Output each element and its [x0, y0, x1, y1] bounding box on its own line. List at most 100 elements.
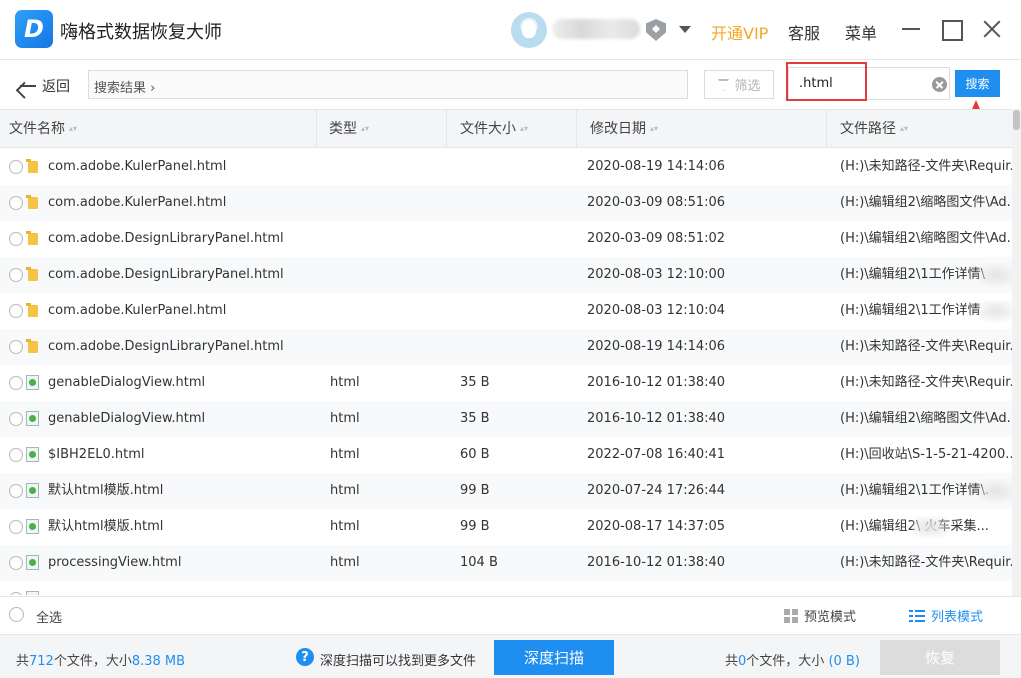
table-row[interactable]: genableDialogView.html html 35 B 2016-10… — [0, 401, 1012, 437]
back-label: 返回 — [42, 79, 70, 95]
vertical-scrollbar[interactable] — [1012, 109, 1021, 596]
cell-size — [460, 293, 570, 329]
cell-type — [330, 185, 440, 221]
cell-size: 104 B — [460, 555, 498, 570]
row-select-radio[interactable] — [9, 520, 23, 534]
table-row[interactable]: $IBH2EL0.html html 60 B 2022-07-08 16:40… — [0, 437, 1012, 473]
preview-mode-button[interactable]: 预览模式 — [784, 606, 856, 625]
cell-date: 2016-10-12 01:38:40 — [587, 555, 726, 570]
cell-type: html — [330, 447, 360, 462]
cell-size: 99 B — [460, 519, 490, 534]
table-row[interactable]: com.adobe.KulerPanel.html 2020-03-09 08:… — [0, 185, 1012, 221]
cell-type — [330, 329, 440, 365]
cell-type: html — [330, 519, 360, 534]
row-select-radio[interactable] — [9, 376, 23, 390]
cell-size — [460, 257, 570, 293]
table-row[interactable]: 默认html模版.html html 99 B 2020-07-24 17:26… — [0, 473, 1012, 509]
back-button[interactable]: 返回 — [18, 75, 70, 97]
cell-name: com.adobe.DesignLibraryPanel.html — [48, 267, 284, 282]
preview-mode-label: 预览模式 — [804, 610, 857, 625]
maximize-icon[interactable] — [936, 14, 966, 44]
row-select-radio[interactable] — [9, 160, 23, 174]
cell-size — [460, 329, 570, 365]
select-all-radio[interactable] — [9, 607, 24, 622]
row-select-radio[interactable] — [9, 232, 23, 246]
row-select-radio[interactable] — [9, 484, 23, 498]
minimize-icon[interactable] — [896, 14, 926, 44]
cell-date: 2020-08-03 12:10:00 — [587, 267, 726, 282]
close-icon[interactable] — [977, 14, 1007, 44]
row-select-radio[interactable] — [9, 556, 23, 570]
app-title: 嗨格式数据恢复大师 — [60, 22, 222, 43]
html-file-icon — [26, 519, 39, 534]
list-mode-button[interactable]: 列表模式 — [909, 606, 983, 625]
column-header-name[interactable]: 文件名称 ▴▾ — [0, 110, 317, 148]
help-icon: ? — [296, 648, 314, 666]
cell-date: 2020-08-19 14:14:06 — [587, 159, 726, 174]
cell-type: html — [330, 375, 360, 390]
sort-icon: ▴▾ — [900, 124, 909, 133]
column-header-date[interactable]: 修改日期 ▴▾ — [577, 110, 827, 148]
account-dropdown-icon[interactable] — [679, 26, 691, 33]
row-select-radio[interactable] — [9, 268, 23, 282]
row-select-radio[interactable] — [9, 340, 23, 354]
list-mode-label: 列表模式 — [931, 610, 984, 625]
redacted-blur — [912, 517, 948, 537]
table-row[interactable]: 默认html模版.html html 99 B 2020-08-17 14:37… — [0, 509, 1012, 545]
recover-button[interactable]: 恢复 — [880, 640, 1000, 675]
table-row[interactable]: genableDialogView.html html 35 B 2016-10… — [0, 365, 1012, 401]
user-avatar[interactable] — [511, 12, 547, 48]
cell-type — [330, 149, 440, 185]
html-file-icon — [26, 555, 39, 570]
row-select-radio[interactable] — [9, 196, 23, 210]
selected-files-summary: 共0个文件，大小 (0 B) — [725, 654, 860, 669]
column-header-type[interactable]: 类型 ▴▾ — [317, 110, 447, 148]
cell-path: (H:)\未知路径-文件夹\Requir... — [840, 375, 1012, 390]
redacted-blur — [978, 481, 1012, 501]
filter-label: 筛选 — [734, 79, 761, 94]
cell-type — [330, 293, 440, 329]
html-file-icon — [26, 375, 39, 390]
filter-icon — [717, 78, 730, 91]
customer-service-link[interactable]: 客服 — [788, 20, 820, 44]
scrollbar-thumb[interactable] — [1013, 110, 1020, 130]
cell-date: 2020-03-09 08:51:06 — [587, 195, 726, 210]
filter-button[interactable]: 筛选 — [704, 70, 774, 99]
vip-shield-icon — [646, 19, 666, 41]
search-input[interactable] — [789, 68, 929, 99]
menu-link[interactable]: 菜单 — [845, 20, 877, 44]
row-select-radio[interactable] — [9, 412, 23, 426]
folder-file-icon — [26, 303, 38, 317]
row-select-radio[interactable] — [9, 448, 23, 462]
select-all-label[interactable]: 全选 — [36, 607, 62, 626]
cell-path: (H:)\回收站\S-1-5-21-4200... — [840, 447, 1012, 462]
row-select-radio[interactable] — [9, 592, 23, 595]
table-row[interactable]: com.adobe.DesignLibraryPanel.html 2020-0… — [0, 257, 1012, 293]
table-row[interactable]: com.adobe.DesignLibraryPanel.html 2020-0… — [0, 329, 1012, 365]
row-select-radio[interactable] — [9, 304, 23, 318]
table-row[interactable]: processingView.html html 104 B 2016-10-1… — [0, 545, 1012, 581]
table-row-partial[interactable] — [0, 581, 1012, 595]
search-button[interactable]: 搜索 — [955, 70, 1000, 97]
sort-icon: ▴▾ — [650, 124, 659, 133]
deep-scan-button[interactable]: 深度扫描 — [494, 640, 614, 675]
cell-date: 2020-03-09 08:51:02 — [587, 231, 726, 246]
column-header-path[interactable]: 文件路径 ▴▾ — [827, 110, 1012, 148]
cell-name: com.adobe.KulerPanel.html — [48, 195, 227, 210]
open-vip-link[interactable]: 开通VIP — [711, 20, 768, 44]
cell-name: genableDialogView.html — [48, 411, 206, 426]
redacted-blur — [978, 301, 1012, 321]
cell-type — [330, 257, 440, 293]
cell-name: genableDialogView.html — [48, 375, 206, 390]
breadcrumb: 搜索结果 › — [88, 70, 688, 99]
clear-search-icon[interactable] — [932, 77, 947, 92]
html-file-icon — [26, 483, 39, 498]
cell-date: 2020-08-03 12:10:04 — [587, 303, 726, 318]
table-row[interactable]: com.adobe.KulerPanel.html 2020-08-19 14:… — [0, 149, 1012, 185]
total-files-summary: 共712个文件，大小8.38 MB — [16, 654, 186, 669]
table-row[interactable]: com.adobe.DesignLibraryPanel.html 2020-0… — [0, 221, 1012, 257]
cell-date: 2016-10-12 01:38:40 — [587, 375, 726, 390]
table-row[interactable]: com.adobe.KulerPanel.html 2020-08-03 12:… — [0, 293, 1012, 329]
toolbar: 返回 搜索结果 › 筛选 — [0, 60, 1021, 109]
column-header-size[interactable]: 文件大小 ▴▾ — [447, 110, 577, 148]
